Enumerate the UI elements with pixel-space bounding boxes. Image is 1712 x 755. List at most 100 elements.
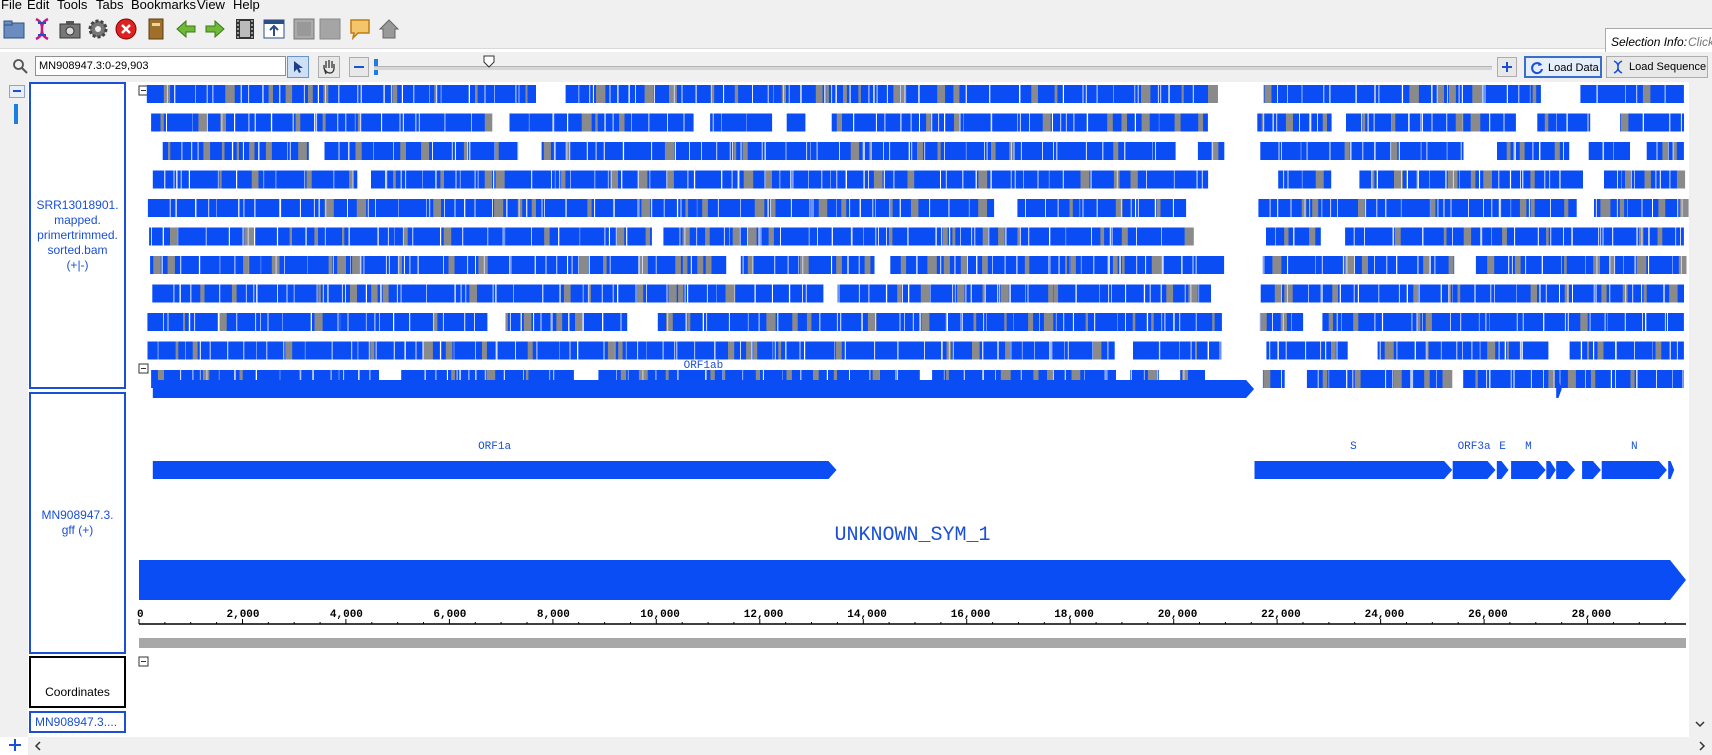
blank-panel-icon[interactable] [318, 17, 342, 41]
read-mismatch [725, 284, 735, 303]
blank-window-icon[interactable] [292, 17, 316, 41]
aligned-read [1497, 142, 1515, 160]
read-mismatch [1141, 113, 1150, 132]
bam-track-label[interactable]: SRR13018901. mapped. primertrimmed. sort… [29, 82, 126, 389]
horizontal-scrollbar[interactable] [28, 737, 1712, 755]
read-mismatch [328, 256, 333, 274]
load-data-button[interactable]: Load Data [1524, 56, 1602, 78]
tracks-canvas[interactable]: ORF1ab ORF1a S ORF3a E M N UNKNOWN_SYM_1 0 2,000 4… [134, 82, 1689, 737]
aligned-read [963, 170, 976, 189]
export-icon[interactable] [262, 17, 286, 41]
aligned-read [1136, 199, 1155, 217]
zoom-in-button[interactable] [1497, 57, 1517, 77]
forward-arrow-icon[interactable] [203, 17, 227, 41]
aligned-read [1613, 227, 1637, 246]
read-mismatch [1678, 256, 1687, 274]
aligned-read [991, 113, 1018, 132]
aligned-read [1057, 142, 1086, 160]
dna-icon[interactable] [30, 17, 54, 41]
axis-tick-label: 14,000 [847, 609, 887, 621]
stop-icon[interactable] [114, 17, 138, 41]
aligned-read [260, 313, 283, 331]
search-icon[interactable] [12, 58, 28, 74]
scroll-down-icon[interactable] [1694, 718, 1706, 730]
zoom-slider-track[interactable] [374, 66, 1492, 70]
read-mismatch [1384, 341, 1394, 360]
read-mismatch [766, 313, 776, 331]
aligned-read [1058, 199, 1080, 217]
read-mismatch [705, 256, 712, 274]
aligned-read [675, 142, 702, 160]
vertical-zoom-marker[interactable] [14, 104, 18, 124]
read-mismatch [799, 256, 810, 274]
aligned-read [175, 85, 196, 103]
location-input[interactable]: MN908947.3:0-29,903 [35, 56, 286, 76]
aligned-read [1452, 284, 1475, 303]
camera-icon[interactable] [58, 17, 82, 41]
coordinates-track-label[interactable]: Coordinates [29, 656, 126, 708]
vertical-scrollbar[interactable] [1689, 82, 1712, 737]
aligned-read [570, 142, 587, 160]
back-arrow-icon[interactable] [174, 17, 198, 41]
aligned-read [454, 256, 475, 274]
aligned-read [255, 227, 277, 246]
film-icon[interactable] [233, 17, 257, 41]
aligned-read [1301, 142, 1330, 160]
hand-tool-button[interactable] [318, 56, 340, 78]
add-track-button[interactable] [7, 737, 23, 753]
aligned-read [1523, 170, 1550, 189]
aligned-read [1623, 256, 1636, 274]
aligned-read [559, 341, 577, 360]
aligned-read [986, 313, 1014, 331]
notebook-icon[interactable] [144, 17, 168, 41]
gear-icon[interactable] [86, 17, 110, 41]
scroll-left-icon[interactable] [32, 740, 44, 752]
aligned-read [925, 142, 945, 160]
aligned-read [152, 170, 165, 189]
read-mismatch [806, 313, 812, 331]
read-mismatch [669, 85, 677, 103]
read-mismatch [1443, 227, 1447, 246]
read-mismatch [484, 113, 493, 132]
gene-label: ORF1a [478, 441, 511, 453]
aligned-read [960, 227, 972, 246]
minus-icon [13, 90, 21, 92]
read-mismatch [666, 313, 673, 331]
gene-label: ORF1ab [684, 360, 724, 372]
zoom-slider-thumb[interactable] [483, 55, 495, 68]
select-tool-button[interactable] [287, 56, 309, 78]
read-mismatch [1679, 199, 1689, 217]
gene-feature [1546, 461, 1556, 479]
read-mismatch [198, 113, 207, 132]
genome-browser-panel[interactable]: ORF1ab ORF1a S ORF3a E M N UNKNOWN_SYM_1 0 2,000 4… [134, 82, 1689, 737]
home-icon[interactable] [377, 17, 401, 41]
aligned-read [1278, 199, 1291, 217]
aligned-read [340, 313, 366, 331]
aligned-read [1459, 170, 1479, 189]
gene-label: M [1525, 441, 1532, 453]
aligned-read [1340, 284, 1358, 303]
aligned-read [206, 227, 229, 246]
collapse-all-button[interactable] [9, 85, 25, 98]
read-mismatch [1130, 170, 1138, 189]
aligned-read [1122, 199, 1135, 217]
read-mismatch [525, 85, 528, 103]
sequence-track-label[interactable]: MN908947.3.... [29, 711, 126, 733]
read-mismatch [765, 170, 772, 189]
read-mismatch [1004, 313, 1007, 331]
read-mismatch [1208, 85, 1218, 103]
zoom-out-button[interactable] [349, 57, 369, 77]
read-mismatch [927, 256, 937, 274]
read-mismatch [1054, 85, 1058, 103]
gff-track-label[interactable]: MN908947.3. gff (+) [29, 392, 126, 654]
scroll-right-icon[interactable] [1696, 740, 1708, 752]
speech-bubble-icon[interactable] [348, 17, 372, 41]
aligned-read [765, 142, 786, 160]
load-sequence-button[interactable]: Load Sequence [1606, 56, 1708, 78]
aligned-read [1330, 85, 1356, 103]
aligned-read [579, 85, 593, 103]
open-folder-icon[interactable] [2, 17, 26, 41]
aligned-read [1291, 313, 1304, 331]
aligned-read [1580, 85, 1596, 103]
aligned-read [702, 142, 730, 160]
